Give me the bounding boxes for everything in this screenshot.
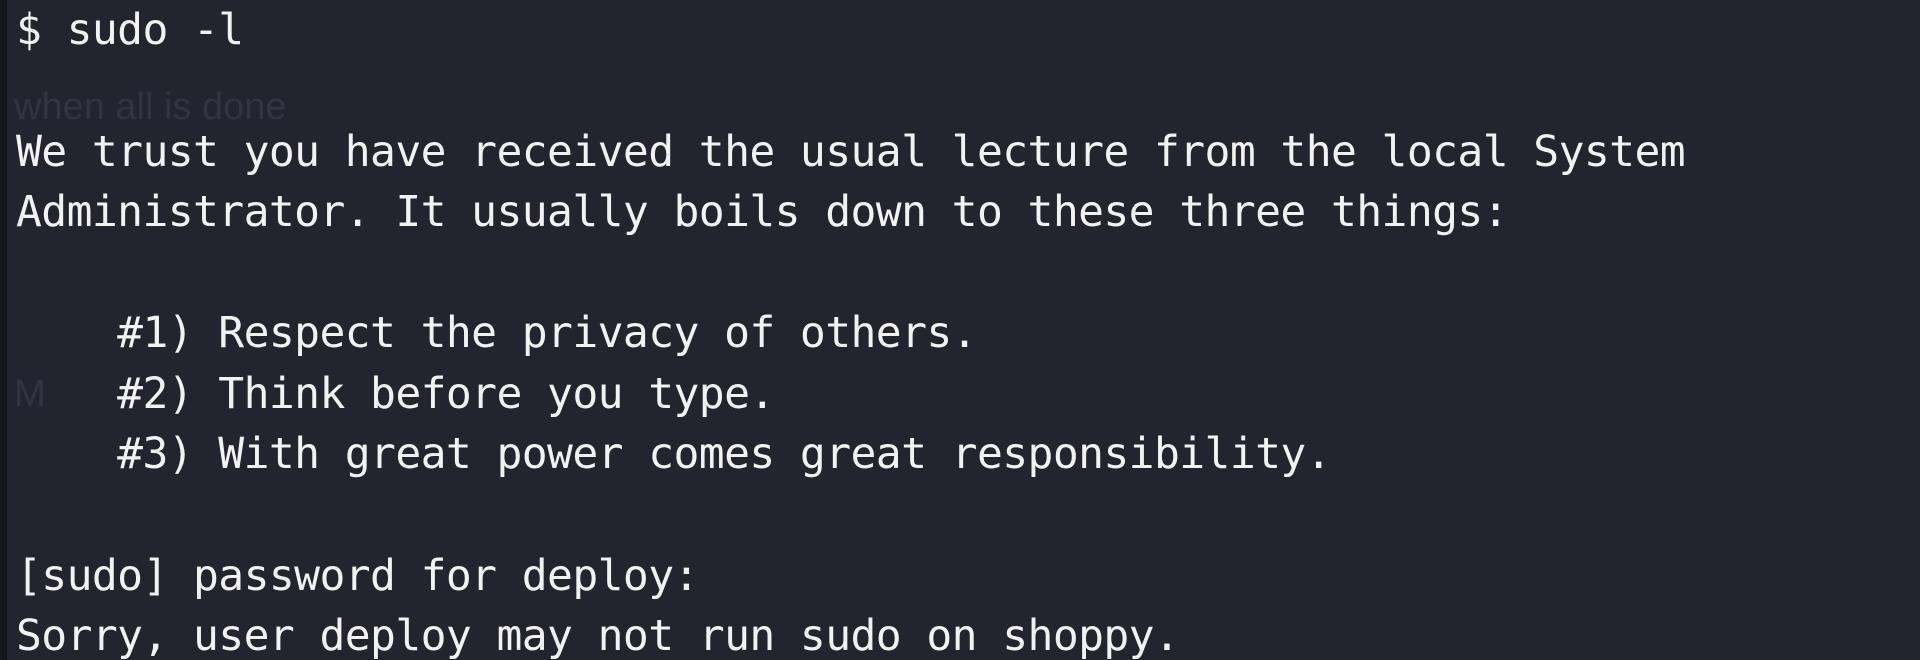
ghost-text: when all is done — [14, 86, 287, 128]
terminal-window[interactable]: when all is done M $ sudo -l We trust yo… — [0, 0, 1920, 660]
output-line: #2) Think before you type. — [16, 369, 775, 419]
window-left-border — [0, 0, 7, 660]
error-message-line: Sorry, user deploy may not run sudo on s… — [16, 611, 1180, 660]
output-line: #3) With great power comes great respons… — [16, 429, 1331, 479]
output-line: Administrator. It usually boils down to … — [16, 187, 1509, 237]
prompt-command-line: $ sudo -l — [16, 5, 244, 55]
password-prompt-line: [sudo] password for deploy: — [16, 551, 699, 601]
output-line: We trust you have received the usual lec… — [16, 127, 1686, 177]
output-line: #1) Respect the privacy of others. — [16, 308, 977, 358]
